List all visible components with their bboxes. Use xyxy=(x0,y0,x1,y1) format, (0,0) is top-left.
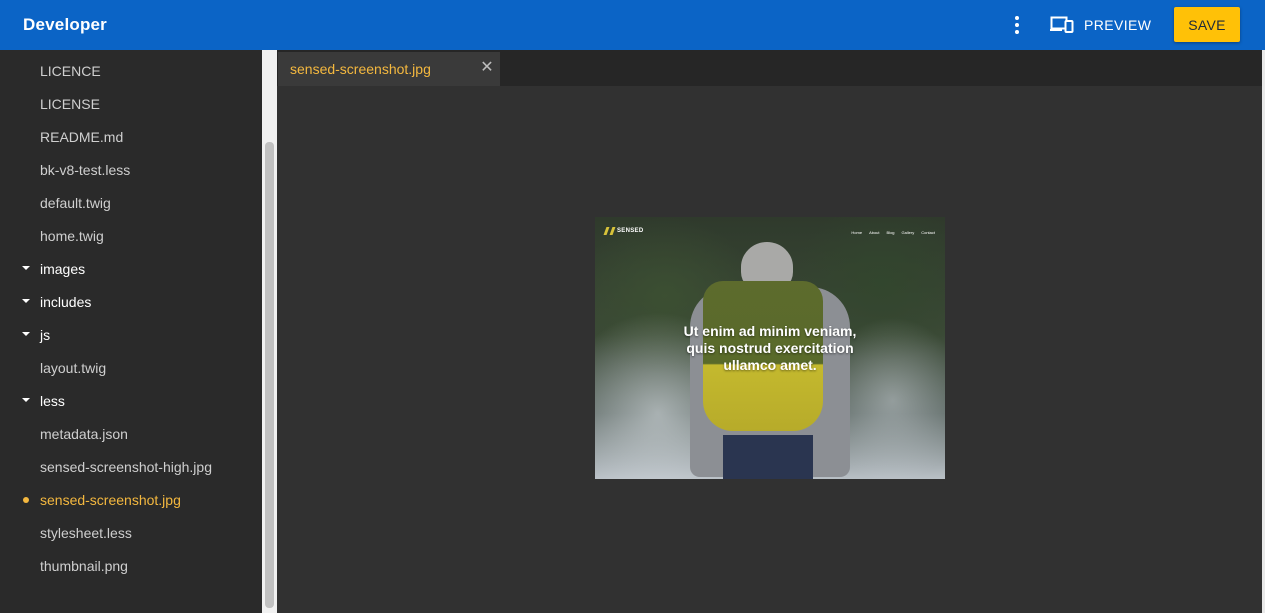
preview-nav-item: Blog xyxy=(886,230,895,235)
tree-item-label: LICENCE xyxy=(40,62,101,79)
preview-nav-item: Contact xyxy=(921,230,935,235)
preview-nav-item: About xyxy=(869,230,880,235)
devices-icon xyxy=(1050,16,1074,33)
tree-item-label: stylesheet.less xyxy=(40,524,132,541)
preview-logo-text: SENSED xyxy=(617,228,644,234)
tree-item-label: layout.twig xyxy=(40,359,107,376)
image-preview: SENSED Home About Blog Gallery Contact U… xyxy=(595,217,945,479)
tree-item-sensed-screenshot[interactable]: sensed-screenshot.jpg xyxy=(0,483,262,516)
preview-headline-line: quis nostrud exercitation xyxy=(686,340,854,356)
tree-item-label: thumbnail.png xyxy=(40,557,128,574)
sensed-logo-icon xyxy=(603,227,616,235)
close-tab-icon[interactable]: ✕ xyxy=(480,60,494,76)
caret-down-icon[interactable] xyxy=(22,299,30,303)
editor-tab-sensed-screenshot[interactable]: sensed-screenshot.jpg xyxy=(278,52,500,86)
preview-logo: SENSED xyxy=(603,227,644,235)
tree-item-label: less xyxy=(40,392,65,409)
tree-folder-js[interactable]: js xyxy=(0,318,262,351)
tree-item-label: sensed-screenshot.jpg xyxy=(40,491,181,508)
tree-item-label: bk-v8-test.less xyxy=(40,161,131,178)
preview-nav-item: Gallery xyxy=(901,230,915,235)
tree-item-label: images xyxy=(40,260,86,277)
tree-item-stylesheet-less[interactable]: stylesheet.less xyxy=(0,516,262,549)
tree-item-label: default.twig xyxy=(40,194,111,211)
tree-item-licence[interactable]: LICENCE xyxy=(0,54,262,87)
tree-item-label: sensed-screenshot-high.jpg xyxy=(40,458,212,475)
preview-headline-line: ullamco amet. xyxy=(723,357,817,373)
caret-down-icon[interactable] xyxy=(22,332,30,336)
tree-item-thumbnail-png[interactable]: thumbnail.png xyxy=(0,549,262,582)
file-tree: LICENCE LICENSE README.md bk-v8-test.les… xyxy=(0,50,262,613)
tab-label: sensed-screenshot.jpg xyxy=(290,61,431,77)
active-dot-icon xyxy=(23,497,29,503)
tree-folder-includes[interactable]: includes xyxy=(0,285,262,318)
preview-headline: Ut enim ad minim veniam, quis nostrud ex… xyxy=(595,323,945,374)
tree-item-label: metadata.json xyxy=(40,425,128,442)
top-app-bar: Developer PREVIEW SAVE xyxy=(0,0,1265,50)
preview-label: PREVIEW xyxy=(1084,17,1152,33)
tree-item-readme[interactable]: README.md xyxy=(0,120,262,153)
tree-item-label: README.md xyxy=(40,128,124,145)
tree-item-layout-twig[interactable]: layout.twig xyxy=(0,351,262,384)
tree-item-sensed-screenshot-high[interactable]: sensed-screenshot-high.jpg xyxy=(0,450,262,483)
tree-item-default-twig[interactable]: default.twig xyxy=(0,186,262,219)
preview-nav-item: Home xyxy=(851,230,863,235)
tree-item-license[interactable]: LICENSE xyxy=(0,87,262,120)
tree-item-metadata-json[interactable]: metadata.json xyxy=(0,417,262,450)
preview-nav: Home About Blog Gallery Contact xyxy=(851,230,935,235)
tree-item-home-twig[interactable]: home.twig xyxy=(0,219,262,252)
caret-down-icon[interactable] xyxy=(22,266,30,270)
tree-item-label: LICENSE xyxy=(40,95,100,112)
tree-folder-less[interactable]: less xyxy=(0,384,262,417)
tree-item-label: js xyxy=(40,326,51,343)
preview-person-jeans xyxy=(723,435,813,479)
tree-item-label: includes xyxy=(40,293,92,310)
tree-item-bk-v8-test[interactable]: bk-v8-test.less xyxy=(0,153,262,186)
preview-button[interactable]: PREVIEW xyxy=(1050,12,1151,38)
preview-headline-line: Ut enim ad minim veniam, xyxy=(683,323,857,339)
app-title: Developer xyxy=(23,15,108,34)
tree-folder-images[interactable]: images xyxy=(0,252,262,285)
more-options-icon[interactable] xyxy=(1006,13,1028,37)
save-button[interactable]: SAVE xyxy=(1174,7,1240,42)
tree-item-label: home.twig xyxy=(40,227,104,244)
caret-down-icon[interactable] xyxy=(22,398,30,402)
sidebar-scrollbar-thumb[interactable] xyxy=(265,142,274,608)
